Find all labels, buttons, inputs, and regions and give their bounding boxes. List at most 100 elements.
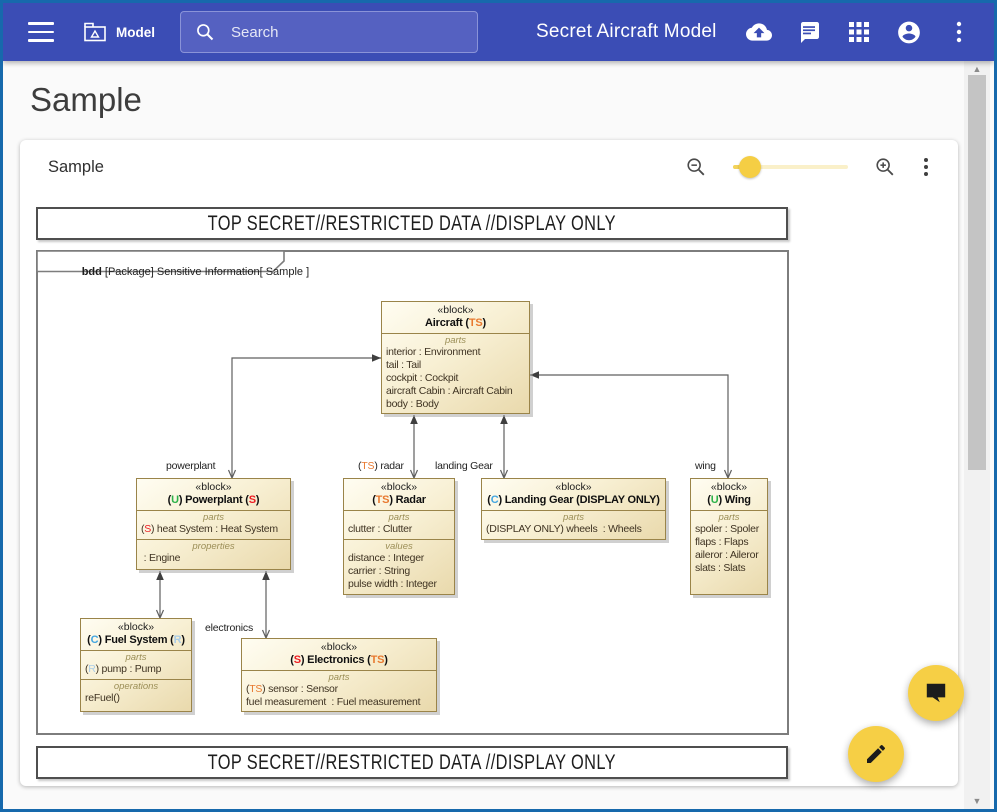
- text-segment: slats : Slats: [695, 562, 745, 574]
- block-header: «block»(U) Powerplant (S): [137, 479, 290, 510]
- comment-icon: [797, 20, 821, 44]
- text-segment: ) Wing: [718, 494, 750, 506]
- block-name: Aircraft (TS): [385, 316, 526, 331]
- property-line: (R) pump : Pump: [85, 663, 187, 676]
- text-segment: ): [483, 317, 486, 329]
- block-compartment-operations: operationsreFuel(): [81, 679, 191, 708]
- classification-banner-top: TOP SECRET//RESTRICTED DATA //DISPLAY ON…: [36, 207, 788, 240]
- text-segment: electronics: [205, 622, 253, 634]
- comments-button[interactable]: [796, 19, 822, 45]
- text-segment: ) sensor : Sensor: [262, 683, 338, 695]
- block-header: «block»Aircraft (TS): [382, 302, 529, 333]
- account-circle-icon: [896, 19, 922, 46]
- compartment-label: parts: [486, 512, 661, 523]
- search-input[interactable]: [231, 24, 463, 41]
- block-fuel-system[interactable]: «block»(C) Fuel System (R)parts(R) pump …: [80, 618, 192, 712]
- property-line: clutter : Clutter: [348, 523, 450, 536]
- text-segment: powerplant: [166, 460, 215, 472]
- block-aircraft[interactable]: «block»Aircraft (TS)partsinterior : Envi…: [381, 301, 530, 414]
- text-segment: cockpit : Cockpit: [386, 372, 458, 384]
- role-label-electronics-role: electronics: [205, 622, 253, 634]
- app-bar: Model Secret Aircraft Model: [3, 3, 994, 61]
- block-name: (C) Landing Gear (DISPLAY ONLY): [485, 493, 662, 508]
- text-segment: tail : Tail: [386, 359, 421, 371]
- apps-grid-button[interactable]: [846, 19, 872, 45]
- chat-fab-button[interactable]: [908, 665, 964, 721]
- block-stereotype: «block»: [694, 481, 764, 493]
- more-options-button[interactable]: [946, 19, 972, 45]
- role-label-powerplant-role: powerplant: [166, 460, 215, 472]
- scrollbar-thumb[interactable]: [968, 75, 986, 470]
- chat-bubble-icon: [923, 680, 949, 706]
- block-landing-gear[interactable]: «block»(C) Landing Gear (DISPLAY ONLY)pa…: [481, 478, 666, 540]
- property-line: : Engine: [141, 552, 286, 565]
- classification-TS: TS: [361, 460, 374, 472]
- vertical-scrollbar[interactable]: ▲ ▼: [964, 61, 990, 809]
- scroll-down-arrow[interactable]: ▼: [964, 796, 990, 806]
- block-electronics[interactable]: «block»(S) Electronics (TS) parts(TS) sen…: [241, 638, 437, 712]
- block-name: (U) Wing: [694, 493, 764, 508]
- text-segment: clutter : Clutter: [348, 523, 412, 535]
- property-line: body : Body: [386, 398, 525, 411]
- text-segment: ): [256, 494, 259, 506]
- property-line: distance : Integer: [348, 552, 450, 565]
- cloud-upload-button[interactable]: [746, 19, 772, 45]
- text-segment: ): [384, 654, 387, 666]
- role-label-wing-role: wing: [695, 460, 716, 472]
- classification-U: U: [171, 494, 179, 506]
- property-line: aileror : Aileror: [695, 549, 763, 562]
- block-header: «block»(S) Electronics (TS): [242, 639, 436, 670]
- property-line: spoler : Spoler: [695, 523, 763, 536]
- model-nav-button[interactable]: Model: [83, 22, 155, 42]
- app-window: Model Secret Aircraft Model: [0, 0, 997, 812]
- text-segment: ) pump : Pump: [96, 663, 162, 675]
- block-radar[interactable]: «block»(TS) Radarpartsclutter : Clutterv…: [343, 478, 455, 595]
- block-name: (U) Powerplant (S): [140, 493, 287, 508]
- text-segment: ) heat System : Heat System: [151, 523, 278, 535]
- block-compartment-parts: partsinterior : Environmenttail : Tailco…: [382, 333, 529, 414]
- block-header: «block»(C) Fuel System (R): [81, 619, 191, 650]
- text-segment: aileror : Aileror: [695, 549, 758, 561]
- property-line: tail : Tail: [386, 359, 525, 372]
- compartment-label: operations: [85, 681, 187, 692]
- search-box[interactable]: [180, 11, 478, 53]
- account-button[interactable]: [896, 19, 922, 45]
- property-line: (TS) sensor : Sensor: [246, 683, 432, 696]
- frame-tab-keyword: bdd: [82, 266, 102, 278]
- classification-banner-bottom: TOP SECRET//RESTRICTED DATA //DISPLAY ON…: [36, 746, 788, 779]
- scroll-up-arrow[interactable]: ▲: [964, 64, 990, 74]
- text-segment: Aircraft (: [425, 317, 469, 329]
- block-stereotype: «block»: [245, 641, 433, 653]
- block-stereotype: «block»: [140, 481, 287, 493]
- property-line: aircraft Cabin : Aircraft Cabin: [386, 385, 525, 398]
- block-compartment-values: valuesdistance : Integercarrier : String…: [344, 539, 454, 594]
- block-compartment-parts: parts(R) pump : Pump: [81, 650, 191, 679]
- text-segment: fuel measurement : Fuel measurement: [246, 696, 420, 708]
- banner-text: TOP SECRET//RESTRICTED DATA //DISPLAY ON…: [208, 751, 616, 775]
- text-segment: ) Electronics (: [301, 654, 371, 666]
- property-line: cockpit : Cockpit: [386, 372, 525, 385]
- block-stereotype: «block»: [385, 304, 526, 316]
- classification-TS: TS: [249, 683, 262, 695]
- text-segment: body : Body: [386, 398, 439, 410]
- compartment-label: parts: [386, 335, 525, 346]
- block-powerplant[interactable]: «block»(U) Powerplant (S)parts(S) heat S…: [136, 478, 291, 570]
- classification-TS: TS: [371, 654, 385, 666]
- app-title: Secret Aircraft Model: [536, 21, 717, 43]
- block-stereotype: «block»: [84, 621, 188, 633]
- property-line: interior : Environment: [386, 346, 525, 359]
- text-segment: wing: [695, 460, 716, 472]
- edit-fab-button[interactable]: [848, 726, 904, 782]
- text-segment: : Engine: [141, 552, 180, 564]
- text-segment: aircraft Cabin : Aircraft Cabin: [386, 385, 512, 397]
- block-wing[interactable]: «block»(U) Wingpartsspoler : Spolerflaps…: [690, 478, 768, 595]
- block-stereotype: «block»: [347, 481, 451, 493]
- classification-S: S: [249, 494, 256, 506]
- pencil-icon: [864, 742, 888, 766]
- compartment-label: parts: [246, 672, 432, 683]
- kebab-menu-icon: [956, 21, 962, 43]
- property-line: pulse width : Integer: [348, 578, 450, 591]
- block-header: «block»(U) Wing: [691, 479, 767, 510]
- hamburger-menu-icon[interactable]: [28, 22, 54, 42]
- property-line: slats : Slats: [695, 562, 763, 575]
